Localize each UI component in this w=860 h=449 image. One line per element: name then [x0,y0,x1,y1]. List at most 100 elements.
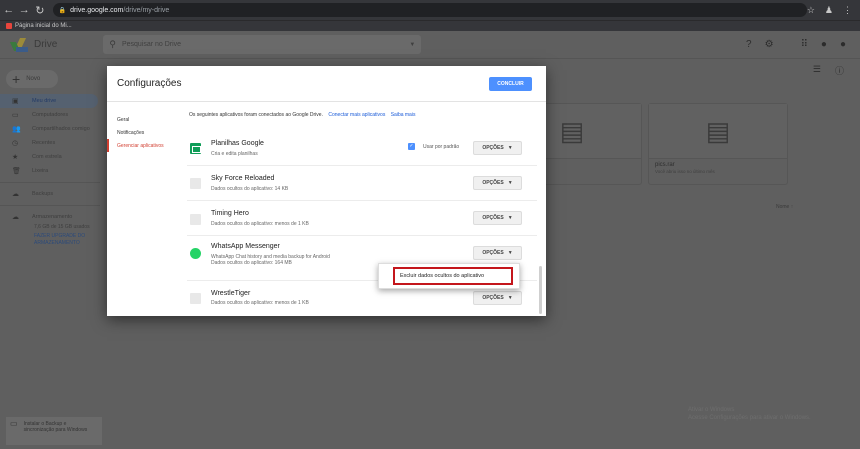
options-button[interactable]: OPÇÕES ▼ [473,141,522,155]
back-icon[interactable]: ← [2,4,16,16]
sidebar-item-label: Armazenamento [32,214,73,220]
help-icon[interactable]: ? [746,39,752,50]
app-hidden-data: Dados ocultos do aplicativo: 164 MB [211,260,292,266]
forward-icon[interactable]: → [18,4,32,16]
app-name: WrestleTiger [211,290,251,297]
computer-icon: ▭ [10,419,18,428]
new-button-label: Novo [26,76,41,82]
archive-icon: ▤ [649,104,787,159]
whatsapp-icon [190,248,201,259]
url-host: drive.google.com [70,6,124,14]
options-label: OPÇÕES [482,145,504,151]
sidebar-item-computers[interactable]: ▭ Computadores [0,108,105,122]
sort-by-name[interactable]: Nome ↑ [776,204,793,210]
my-drive-icon: ▣ [12,98,19,105]
chevron-down-icon[interactable]: ▼ [409,42,415,48]
reload-icon[interactable]: ↻ [33,4,47,17]
gear-icon[interactable]: ⚙ [765,39,774,50]
connect-apps-link[interactable]: Conectar mais aplicativos [328,112,385,118]
browser-toolbar: ← → ↻ 🔒 drive.google.com /drive/my-drive… [0,0,860,20]
url-path: /drive/my-drive [123,6,170,14]
chevron-down-icon: ▼ [507,215,513,221]
file-card[interactable]: ▤ pics.rar Você abriu isso no último mês [648,103,788,185]
chevron-down-icon: ▼ [507,250,513,256]
settings-nav: Geral Notificações Gerenciar aplicativos [107,103,182,152]
info-icon[interactable]: ⓘ [835,64,844,77]
options-button[interactable]: OPÇÕES ▼ [473,211,522,225]
notifications-icon[interactable]: ● [821,39,827,50]
address-bar[interactable]: 🔒 drive.google.com /drive/my-drive [52,3,807,17]
sidebar-item-backups[interactable]: ☁ Backups [0,187,105,201]
app-icon [190,214,201,225]
search-icon: ⚲ [109,39,116,49]
storage-usage: 7,6 GB de 15 GB usados [34,224,90,230]
plus-icon: + [12,71,21,87]
done-button[interactable]: CONCLUIR [489,76,532,91]
options-label: OPÇÕES [482,295,504,301]
new-button[interactable]: + Novo [6,70,58,88]
chevron-down-icon: ▼ [507,145,513,151]
windows-activation-watermark: Ativar o Windows Acesse Configurações pa… [688,406,811,422]
scrollbar[interactable] [539,266,542,314]
learn-more-link[interactable]: Saiba mais [391,112,416,118]
clock-icon: ◷ [12,140,19,147]
options-button[interactable]: OPÇÕES ▼ [473,291,522,305]
avatar[interactable]: ● [840,39,846,50]
divider [0,205,100,206]
app-description: Dados ocultos do aplicativo: 14 KB [211,186,289,192]
tab-manage-apps[interactable]: Gerenciar aplicativos [107,139,182,152]
sort-label: Nome [776,204,790,210]
sidebar-item-label: Com estrela [32,154,62,160]
sidebar-item-recent[interactable]: ◷ Recentes [0,136,105,150]
backup-notice-text: Instalar o Backup e sincronização para W… [23,421,88,433]
search-placeholder: Pesquisar no Drive [121,41,182,48]
sheets-icon [190,143,201,154]
sidebar-item-label: Meu drive [32,98,57,104]
options-button[interactable]: OPÇÕES ▼ [473,246,522,260]
options-button[interactable]: OPÇÕES ▼ [473,176,522,190]
computer-icon: ▭ [12,112,19,119]
chevron-down-icon: ▼ [507,295,513,301]
app-row: Sky Force Reloaded Dados ocultos do apli… [187,166,537,200]
activation-subtitle: Acesse Configurações para ativar o Windo… [688,415,811,421]
sidebar-item-my-drive[interactable]: ▣ Meu drive [0,94,98,108]
upgrade-storage-link[interactable]: FAZER UPGRADE DO ARMAZENAMENTO [0,233,105,247]
apps-grid-icon[interactable]: ⠿ [801,39,808,50]
app-description: Cria e edita planilhas [211,151,258,157]
app-name: Sky Force Reloaded [211,175,275,182]
extension-icon[interactable]: ♟ [825,5,833,16]
options-label: OPÇÕES [482,250,504,256]
sidebar-item-label: Recentes [32,140,56,146]
dialog-title: Configurações [117,78,182,89]
tab-notifications[interactable]: Notificações [107,126,182,139]
checkbox-label: Usar por padrão [423,144,460,150]
intro-text: Os seguintes aplicativos foram conectado… [187,103,542,125]
shared-icon: 👥 [12,126,21,133]
app-row: Timing Hero Dados ocultos do aplicativo:… [187,201,537,235]
list-view-icon[interactable]: ☰ [813,64,821,77]
trash-icon: 🗑 [12,168,21,175]
options-label: OPÇÕES [482,180,504,186]
sidebar-item-starred[interactable]: ★ Com estrela [0,150,105,164]
menu-icon[interactable]: ⋮ [843,5,852,16]
bookmark-item[interactable]: Página inicial do Mi... [15,23,72,29]
sidebar-item-label: Computadores [32,112,69,118]
use-by-default-checkbox[interactable]: ✓ [408,143,415,150]
sidebar-item-shared[interactable]: 👥 Compartilhados comigo [0,122,105,136]
office-icon [6,23,12,29]
star-bookmark-icon[interactable]: ☆ [807,5,815,16]
sidebar-item-storage[interactable]: ☁ Armazenamento [0,210,105,224]
app-description: Dados ocultos do aplicativo: menos de 1 … [211,221,309,227]
app-description: Dados ocultos do aplicativo: menos de 1 … [211,300,309,306]
delete-hidden-data-menu-item[interactable]: Excluir dados ocultos do aplicativo [393,267,513,285]
lock-icon: 🔒 [58,7,67,14]
intro-sentence: Os seguintes aplicativos foram conectado… [189,112,323,118]
sidebar-item-label: Backups [32,191,54,197]
app-name: WhatsApp Messenger [211,243,280,250]
options-label: OPÇÕES [482,215,504,221]
sidebar-item-trash[interactable]: 🗑 Lixeira [0,164,105,178]
backup-notice[interactable]: ▭ Instalar o Backup e sincronização para… [6,417,102,445]
app-icon [190,178,201,189]
tab-general[interactable]: Geral [107,113,182,126]
search-input[interactable]: ⚲ Pesquisar no Drive ▼ [103,35,422,54]
